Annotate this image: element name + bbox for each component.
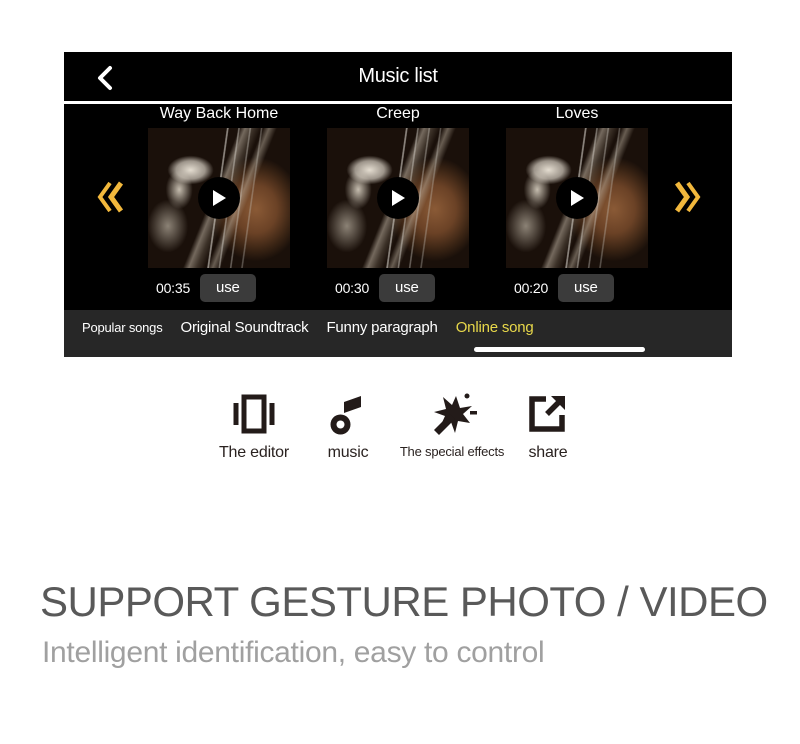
- song-card-footer: 00:30 use: [327, 268, 469, 308]
- feature-label: music: [327, 444, 369, 461]
- song-duration: 00:35: [156, 280, 191, 296]
- marketing-headline: SUPPORT GESTURE PHOTO / VIDEO: [40, 578, 768, 625]
- page-title: Music list: [358, 65, 438, 87]
- tab-original-soundtrack[interactable]: Original Soundtrack: [181, 319, 309, 336]
- tab-scroll-indicator[interactable]: [474, 347, 645, 352]
- song-duration: 00:20: [514, 280, 549, 296]
- carousel-prev-button[interactable]: [94, 176, 128, 218]
- song-card[interactable]: Way Back Home 00:35 use: [148, 104, 290, 310]
- feature-label: The editor: [218, 444, 290, 461]
- song-title: Loves: [555, 105, 599, 122]
- song-card[interactable]: Creep 00:30 use: [327, 104, 469, 310]
- feature-the-editor[interactable]: The editor: [208, 390, 300, 462]
- category-tab-bar: Popular songs Original Soundtrack Funny …: [64, 310, 732, 357]
- feature-share[interactable]: share: [513, 390, 583, 462]
- use-button[interactable]: use: [558, 274, 614, 302]
- double-chevron-right-icon: [674, 181, 701, 213]
- feature-the-special-effects[interactable]: The special effects: [386, 390, 518, 459]
- play-icon: [213, 190, 226, 206]
- use-button[interactable]: use: [200, 274, 256, 302]
- play-button[interactable]: [377, 177, 419, 219]
- double-chevron-left-icon: [97, 181, 124, 213]
- category-tab-list: Popular songs Original Soundtrack Funny …: [82, 319, 534, 336]
- song-duration: 00:30: [335, 280, 370, 296]
- play-button[interactable]: [198, 177, 240, 219]
- feature-toolbar: The editor music The special effects sha…: [208, 390, 592, 476]
- feature-label: share: [528, 444, 568, 461]
- song-card-footer: 00:20 use: [506, 268, 648, 308]
- play-icon: [392, 190, 405, 206]
- carousel-next-button[interactable]: [670, 176, 704, 218]
- use-button[interactable]: use: [379, 274, 435, 302]
- tab-popular-songs[interactable]: Popular songs: [82, 320, 163, 335]
- song-title: Way Back Home: [159, 105, 279, 122]
- app-header: Music list: [64, 52, 732, 104]
- play-button[interactable]: [556, 177, 598, 219]
- music-note-icon: [328, 390, 368, 438]
- magic-wand-icon: [426, 390, 478, 438]
- share-icon: [526, 390, 570, 438]
- song-thumbnail[interactable]: [506, 128, 648, 268]
- editor-icon: [232, 390, 276, 438]
- music-list-screen: Music list Way Back Home 00:35 use Creep…: [64, 52, 732, 357]
- marketing-subheadline: Intelligent identification, easy to cont…: [42, 636, 545, 669]
- tab-online-song[interactable]: Online song: [456, 319, 534, 336]
- tab-funny-paragraph[interactable]: Funny paragraph: [326, 319, 437, 336]
- play-icon: [571, 190, 584, 206]
- song-card-list: Way Back Home 00:35 use Creep 00:30 use …: [148, 104, 648, 310]
- song-carousel: Way Back Home 00:35 use Creep 00:30 use …: [64, 104, 732, 310]
- feature-music[interactable]: music: [313, 390, 383, 462]
- song-thumbnail[interactable]: [148, 128, 290, 268]
- song-card[interactable]: Loves 00:20 use: [506, 104, 648, 310]
- feature-label: The special effects: [399, 444, 505, 459]
- song-thumbnail[interactable]: [327, 128, 469, 268]
- song-card-footer: 00:35 use: [148, 268, 290, 308]
- song-title: Creep: [376, 105, 420, 122]
